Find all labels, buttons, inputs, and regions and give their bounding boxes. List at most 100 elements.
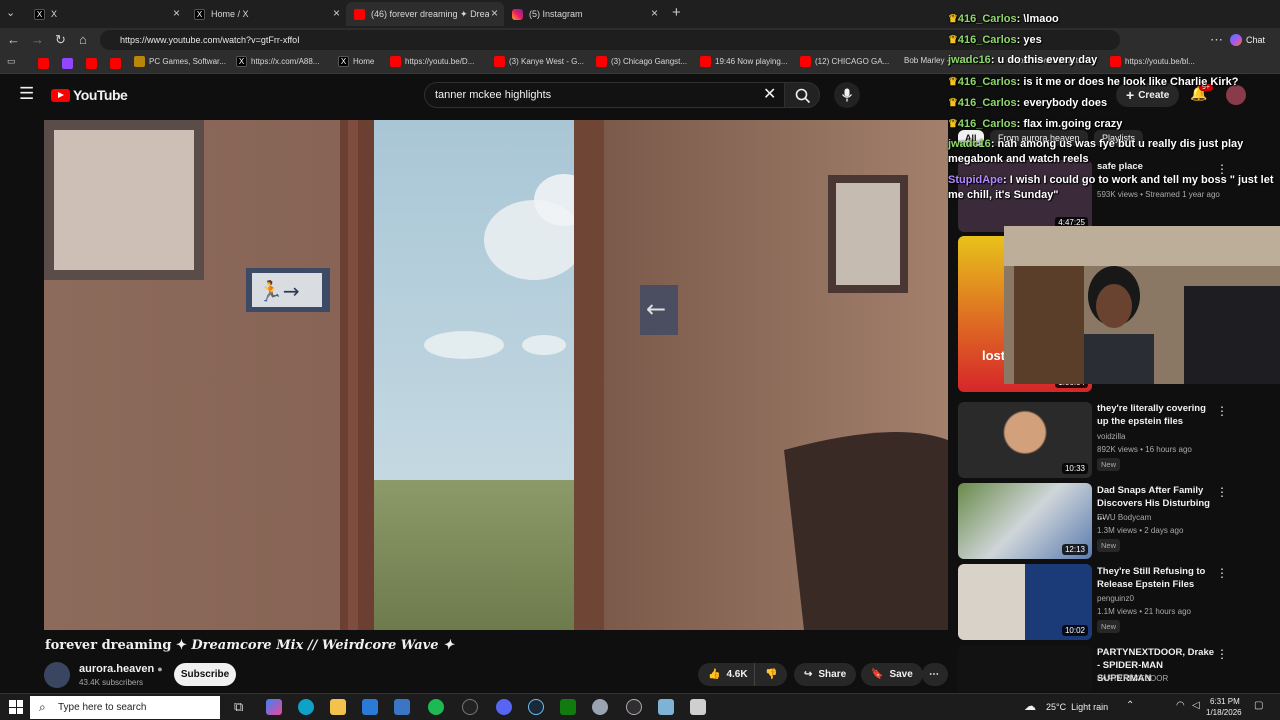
like-button[interactable]: 👍 4.6K [698, 663, 758, 686]
bookmark-item[interactable]: PC Games, Softwar... [134, 56, 226, 67]
notification-center-icon[interactable]: ▢ [1254, 700, 1263, 711]
close-icon[interactable]: × [491, 6, 498, 20]
chat-username: 416_Carlos [957, 118, 1017, 130]
close-icon[interactable]: × [173, 6, 180, 20]
file-explorer-icon[interactable] [330, 699, 346, 715]
bookmark-item[interactable]: (3) Chicago Gangst... [596, 56, 687, 67]
dislike-button[interactable]: 👎 [754, 663, 788, 686]
save-button[interactable]: 🔖 Save [861, 663, 923, 686]
back-icon[interactable]: ← [7, 32, 20, 47]
steam-icon[interactable] [528, 699, 544, 715]
browser-tab-bar: ⌄ X X × X Home / X × (46) forever dreami… [0, 0, 1280, 28]
channel-avatar[interactable] [44, 662, 70, 688]
search-input[interactable]: tanner mckee highlights [424, 82, 788, 108]
store-icon[interactable] [362, 699, 378, 715]
kebab-menu-icon[interactable]: ⋮ [1216, 647, 1228, 661]
recommended-video[interactable]: 10:33 they're literally covering up the … [958, 402, 1268, 478]
search-button[interactable] [784, 82, 820, 108]
clock-time[interactable]: 6:31 PM [1210, 697, 1240, 706]
bookmark-item[interactable]: 19:46 Now playing... [700, 56, 788, 67]
taskbar-search-input[interactable]: ⌕ Type here to search [30, 696, 220, 719]
reading-list-icon[interactable]: ▭ [7, 56, 16, 67]
chat-message: ♛416_Carlos: flax im.going crazy [948, 118, 1123, 130]
kebab-menu-icon[interactable]: ⋮ [1216, 485, 1228, 499]
app-icon[interactable] [394, 699, 410, 715]
crown-badge-icon: ♛ [948, 34, 958, 46]
more-actions-button[interactable]: ⋯ [922, 663, 948, 686]
video-player[interactable]: 🏃→ ← [44, 120, 948, 630]
youtube-logo[interactable]: YouTube [51, 87, 128, 103]
bookmark-item[interactable]: (3) Kanye West - G... [494, 56, 584, 67]
tab-x[interactable]: X X × [26, 2, 186, 26]
menu-dots-icon[interactable]: ⋯ [1210, 32, 1223, 48]
subscribe-button[interactable]: Subscribe [174, 663, 236, 686]
app-icon[interactable] [690, 699, 706, 715]
weather-text[interactable]: 25°C Light rain [1046, 702, 1108, 712]
media-icon[interactable] [462, 699, 478, 715]
reload-icon[interactable]: ↻ [55, 32, 66, 48]
youtube-icon[interactable] [38, 58, 49, 69]
bookmark-item[interactable]: Xhttps://x.com/A88... [236, 56, 319, 67]
chat-message: ♛416_Carlos: \lmaoo [948, 13, 1059, 25]
youtube-icon[interactable] [110, 58, 121, 69]
tab-list-chevron-icon[interactable]: ⌄ [6, 6, 15, 19]
youtube-icon [700, 56, 711, 67]
bookmark-item[interactable]: https://youtu.be/D... [390, 56, 474, 67]
wifi-icon[interactable]: ◠ [1176, 700, 1185, 711]
share-button[interactable]: ↪ Share [794, 663, 857, 686]
copilot-icon[interactable] [266, 699, 282, 715]
tab-home-x[interactable]: X Home / X × [186, 2, 346, 26]
youtube-icon[interactable] [86, 58, 97, 69]
bookmark-item[interactable]: https://youtu.be/bl... [1110, 56, 1195, 67]
home-icon[interactable]: ⌂ [79, 32, 87, 47]
share-arrow-icon: ↪ [804, 669, 813, 680]
clear-search-icon[interactable]: ✕ [763, 84, 776, 104]
kebab-menu-icon[interactable]: ⋮ [1216, 404, 1228, 418]
channel-name[interactable]: aurora.heaven ● [79, 663, 163, 675]
close-icon[interactable]: × [333, 6, 340, 20]
bookmark-item[interactable]: (12) CHICAGO GA... [800, 56, 889, 67]
chat-message: jwadc16: nah among us was fye but u real… [948, 138, 1244, 150]
app-icon[interactable] [658, 699, 674, 715]
kebab-menu-icon[interactable]: ⋮ [1216, 566, 1228, 580]
spotify-icon[interactable] [428, 699, 444, 715]
video-thumbnail: 10:33 [958, 402, 1092, 478]
url-text: https://www.youtube.com/watch?v=gtFrr-xf… [120, 35, 300, 45]
task-view-icon[interactable]: ⧉ [234, 699, 243, 715]
windows-start-icon[interactable] [9, 700, 23, 714]
video-meta: 593K views • Streamed 1 year ago [1097, 190, 1220, 199]
clock-date[interactable]: 1/18/2026 [1206, 708, 1242, 717]
tab-youtube[interactable]: (46) forever dreaming ✦ Drea × [346, 2, 504, 26]
youtube-icon [1110, 56, 1121, 67]
edge-browser-icon[interactable] [298, 699, 314, 715]
new-tab-icon[interactable]: + [672, 4, 681, 21]
search-icon: ⌕ [39, 700, 46, 714]
forward-icon[interactable]: → [31, 32, 44, 47]
hamburger-menu-icon[interactable]: ☰ [19, 84, 34, 104]
app-icon[interactable] [592, 699, 608, 715]
tab-instagram[interactable]: (5) Instagram × [504, 2, 664, 26]
recommended-video[interactable]: PARTYNEXTDOOR, Drake - SPIDER-MAN SUPERM… [958, 645, 1268, 691]
account-avatar[interactable] [1226, 85, 1246, 105]
discord-icon[interactable] [496, 699, 512, 715]
copilot-chat-button[interactable]: Chat [1230, 31, 1265, 49]
twitch-icon[interactable] [62, 58, 73, 69]
svg-text:←: ← [646, 295, 666, 323]
tray-chevron-icon[interactable]: ⌃ [1126, 700, 1134, 711]
xbox-icon[interactable] [560, 699, 576, 715]
volume-icon[interactable]: ◁ [1192, 700, 1200, 711]
duration-badge: 10:33 [1061, 463, 1088, 474]
instagram-icon [512, 8, 523, 20]
chat-text: \lmaoo [1023, 13, 1059, 25]
x-logo-icon: X [338, 56, 349, 67]
search-icon [795, 88, 811, 104]
bookmark-item[interactable]: X Home [338, 56, 374, 67]
recommended-video[interactable]: 12:13 Dad Snaps After Family Discovers H… [958, 483, 1268, 559]
obs-icon[interactable] [626, 699, 642, 715]
close-icon[interactable]: × [651, 6, 658, 20]
browser-nav-bar: ← → ↻ ⌂ https://www.youtube.com/watch?v=… [0, 28, 1280, 52]
recommended-video[interactable]: 10:02 They're Still Refusing to Release … [958, 564, 1268, 640]
youtube-icon [390, 56, 401, 67]
voice-search-button[interactable] [834, 82, 860, 108]
youtube-play-icon [51, 88, 70, 102]
